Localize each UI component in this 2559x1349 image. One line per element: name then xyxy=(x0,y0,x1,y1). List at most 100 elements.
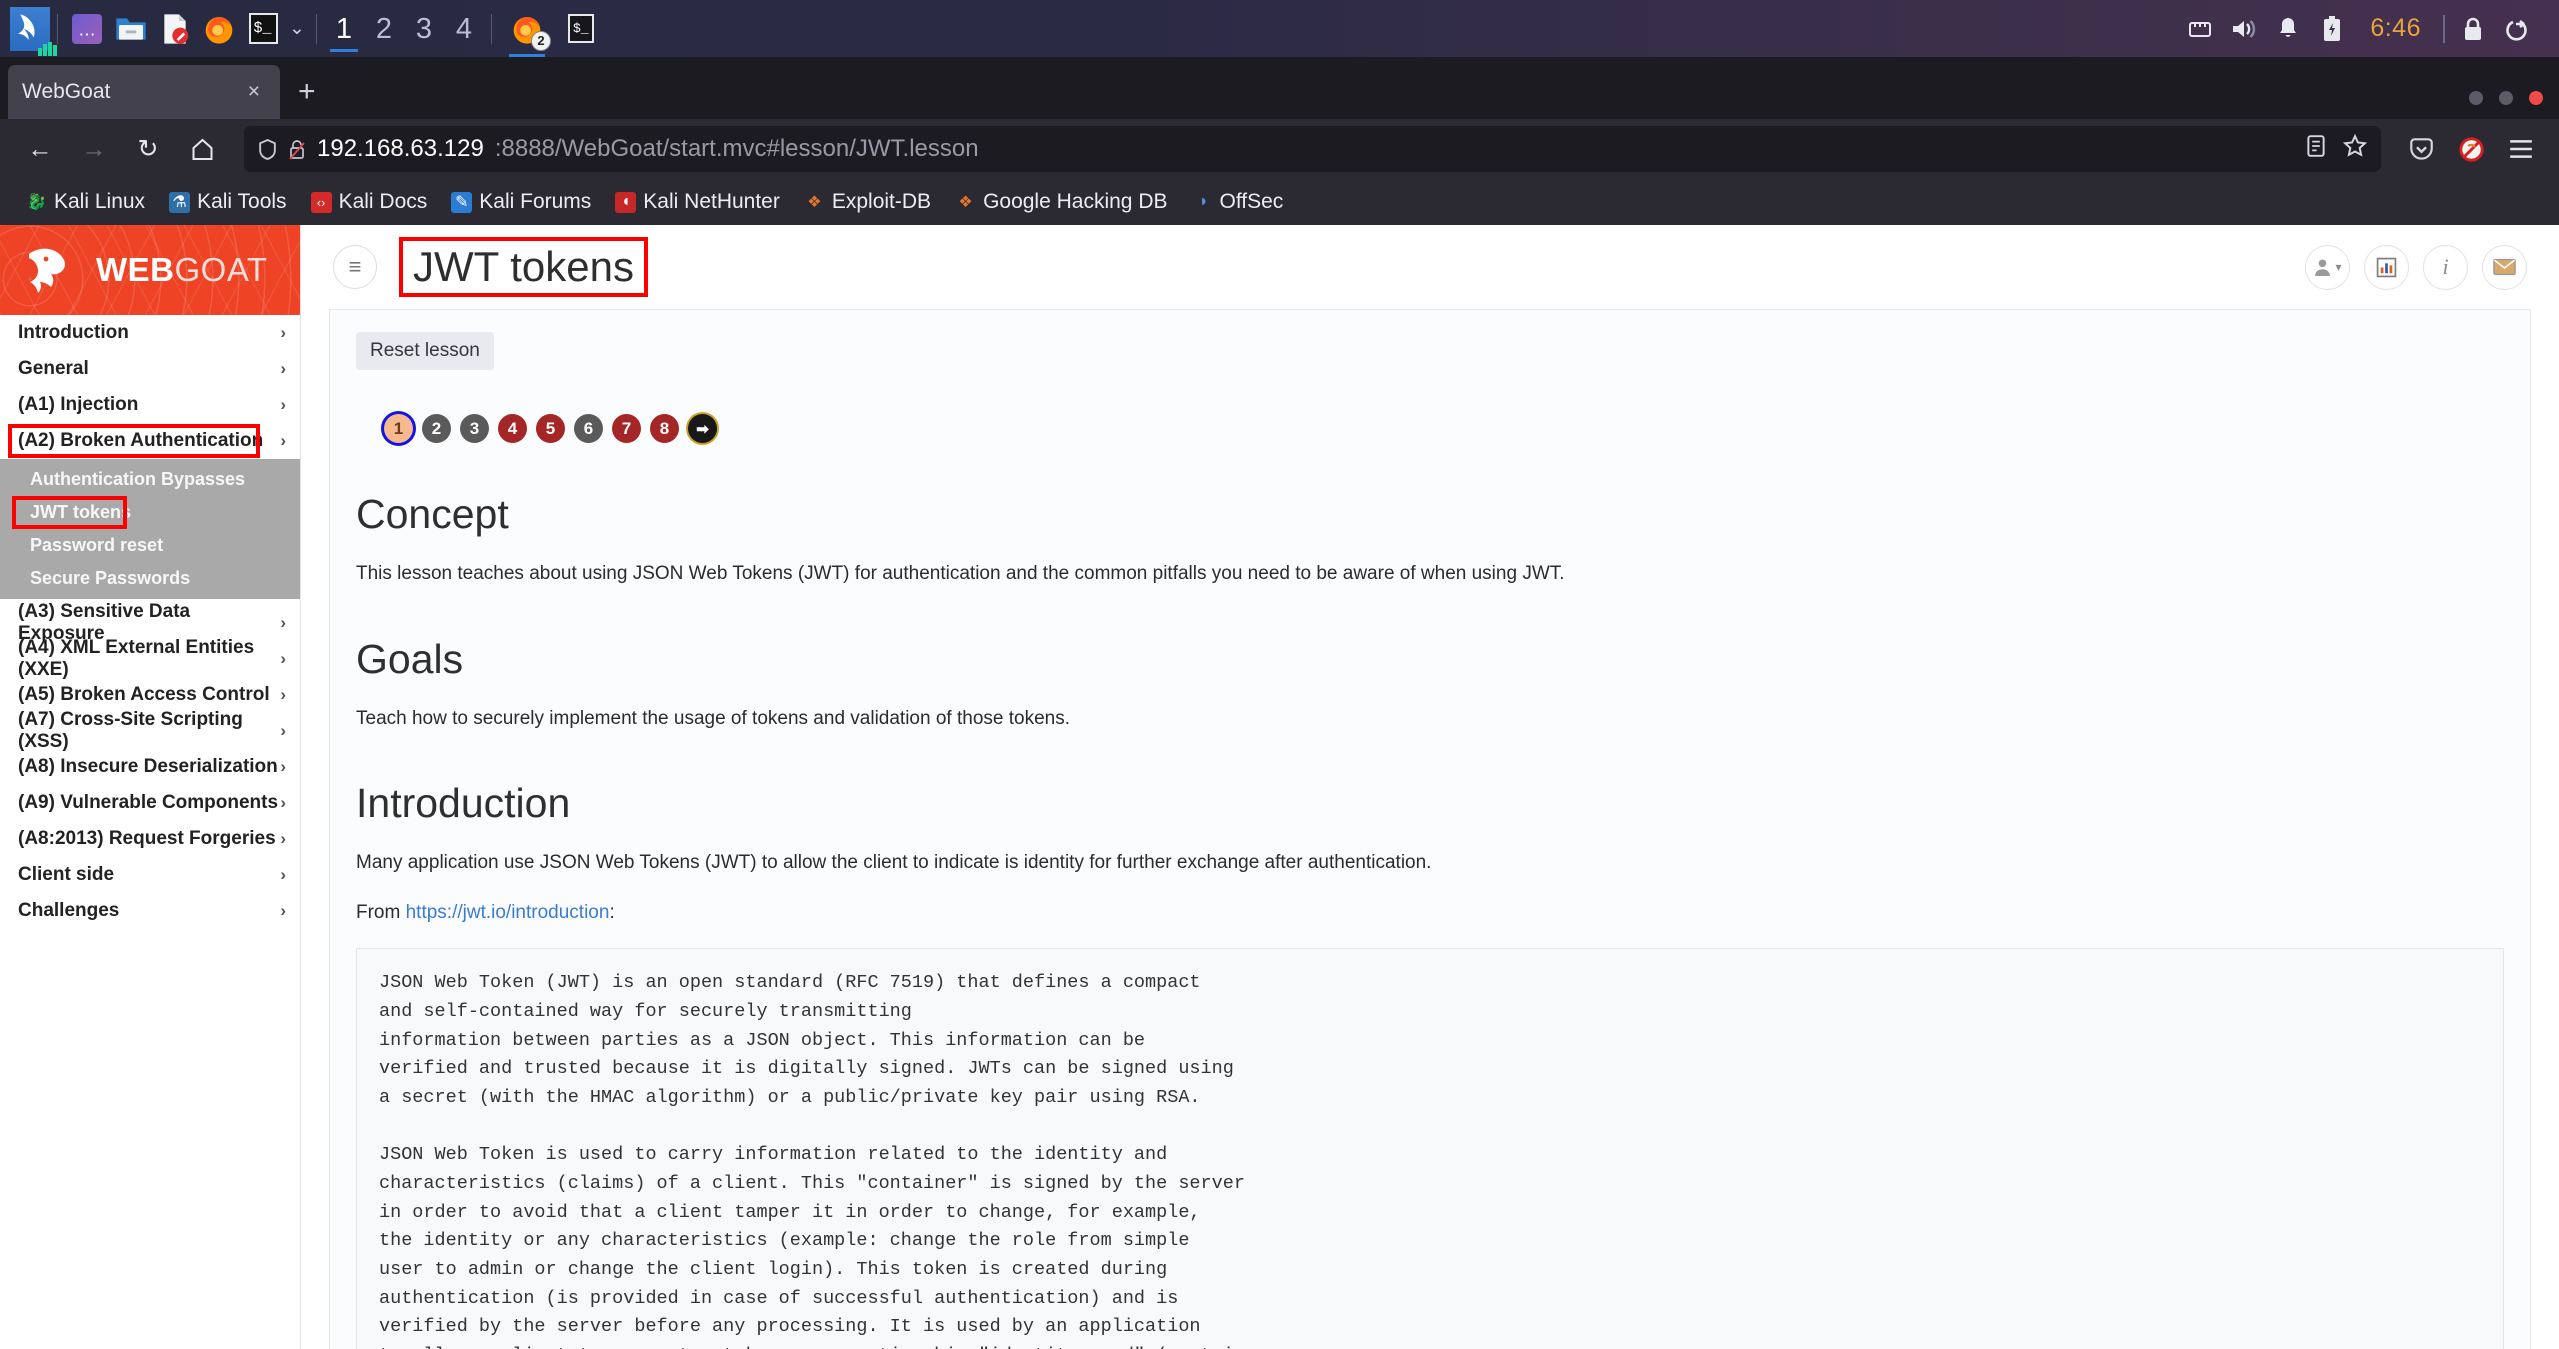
jwt-io-link[interactable]: https://jwt.io/introduction xyxy=(406,902,610,923)
bookmark-star-icon[interactable] xyxy=(2342,133,2368,165)
info-icon[interactable]: i xyxy=(2423,244,2468,290)
sidebar-toggle-icon[interactable]: ≡ xyxy=(333,245,377,289)
scoreboard-icon[interactable] xyxy=(2364,244,2409,290)
bookmark-exploit-db[interactable]: ❖ Exploit-DB xyxy=(794,186,941,218)
reload-button[interactable]: ↻ xyxy=(124,127,172,171)
home-button[interactable] xyxy=(178,127,226,171)
bookmark-kali-nethunter[interactable]: ◖ Kali NetHunter xyxy=(605,186,790,218)
bookmark-kali-linux[interactable]: 🐉 Kali Linux xyxy=(16,186,155,218)
sidebar-subitem-jwt-tokens[interactable]: JWT tokens xyxy=(0,496,300,529)
sidebar-item-a3-sensitive-data-exposure[interactable]: (A3) Sensitive Data Exposure › xyxy=(0,601,300,644)
sidebar-item-label: (A9) Vulnerable Components xyxy=(18,792,279,813)
workspace-1[interactable]: 1 xyxy=(324,6,364,52)
lesson-main: ≡ JWT tokens ▾ i Reset lesson 1 2 3 4 5 … xyxy=(301,225,2559,1349)
reader-view-icon[interactable] xyxy=(2305,134,2327,165)
noscript-icon[interactable] xyxy=(2449,127,2493,171)
sidebar-item-a5-broken-access-control[interactable]: (A5) Broken Access Control › xyxy=(0,677,300,713)
chevron-right-icon: › xyxy=(280,359,286,378)
text-editor-icon[interactable] xyxy=(153,7,197,51)
reset-lesson-button[interactable]: Reset lesson xyxy=(356,332,494,370)
close-window-button[interactable] xyxy=(2529,91,2543,105)
sidebar-item-a8-insecure-deserialization[interactable]: (A8) Insecure Deserialization › xyxy=(0,749,300,785)
sidebar-item-a2-broken-authentication[interactable]: (A2) Broken Authentication › xyxy=(0,423,300,459)
mail-icon[interactable] xyxy=(2482,244,2527,290)
webgoat-page: WEBGOAT Introduction › General › (A1) In… xyxy=(0,225,2559,1349)
sidebar-item-label: (A5) Broken Access Control xyxy=(18,684,270,705)
user-menu-icon[interactable]: ▾ xyxy=(2305,244,2350,290)
firefox-icon[interactable] xyxy=(197,7,241,51)
sidebar-subitem-authentication-bypasses[interactable]: Authentication Bypasses xyxy=(0,463,300,496)
sidebar-item-challenges[interactable]: Challenges › xyxy=(0,893,300,929)
forward-button[interactable]: → xyxy=(70,127,118,171)
sidebar-item-a1-injection[interactable]: (A1) Injection › xyxy=(0,387,300,423)
browser-tab-webgoat[interactable]: WebGoat × xyxy=(8,65,280,119)
chevron-right-icon: › xyxy=(280,323,286,342)
network-icon[interactable] xyxy=(2180,8,2220,50)
sidebar-subitem-secure-passwords[interactable]: Secure Passwords xyxy=(0,562,300,595)
section-heading-goals: Goals xyxy=(356,635,464,682)
firefox-window-button[interactable]: 2 xyxy=(505,7,551,57)
sidebar-item-introduction[interactable]: Introduction › xyxy=(0,315,300,351)
lesson-page-7[interactable]: 7 xyxy=(612,414,641,443)
sidebar-item-label: (A8:2013) Request Forgeries xyxy=(18,828,276,849)
lesson-page-5[interactable]: 5 xyxy=(536,414,565,443)
terminal-icon[interactable]: $_ xyxy=(241,7,285,51)
sidebar-item-label: (A4) XML External Entities (XXE) xyxy=(18,637,255,680)
back-button[interactable]: ← xyxy=(16,127,64,171)
bookmark-kali-forums[interactable]: ✎ Kali Forums xyxy=(441,186,601,218)
sidebar-nav: Introduction › General › (A1) Injection … xyxy=(0,315,300,929)
minimize-button[interactable] xyxy=(2469,91,2483,105)
bookmark-kali-tools[interactable]: ⚗ Kali Tools xyxy=(159,186,297,218)
lock-broken-icon[interactable] xyxy=(288,139,306,160)
bookmark-google-hacking-db[interactable]: ❖ Google Hacking DB xyxy=(945,186,1177,218)
sidebar-item-client-side[interactable]: Client side › xyxy=(0,857,300,893)
close-icon[interactable]: × xyxy=(242,80,266,104)
maximize-button[interactable] xyxy=(2499,91,2513,105)
chevron-down-icon[interactable]: ⌄ xyxy=(285,7,309,51)
sidebar-item-a8-2013-request-forgeries[interactable]: (A8:2013) Request Forgeries › xyxy=(0,821,300,857)
new-tab-button[interactable]: + xyxy=(298,75,316,109)
workspace-2[interactable]: 2 xyxy=(364,6,404,52)
bookmark-kali-docs[interactable]: ‹› Kali Docs xyxy=(301,186,438,218)
workspace-4[interactable]: 4 xyxy=(444,6,484,52)
sidebar-item-a9-vulnerable-components[interactable]: (A9) Vulnerable Components › xyxy=(0,785,300,821)
terminal-grid-icon[interactable]: ⋯ xyxy=(65,7,109,51)
sidebar-item-label: (A8) Insecure Deserialization xyxy=(18,756,278,777)
lesson-page-1[interactable]: 1 xyxy=(384,414,413,443)
sidebar-item-general[interactable]: General › xyxy=(0,351,300,387)
address-bar[interactable]: 192.168.63.129:8888/WebGoat/start.mvc#le… xyxy=(244,126,2381,172)
section-body-concept: This lesson teaches about using JSON Web… xyxy=(356,563,1565,584)
lesson-pagination: 1 2 3 4 5 6 7 8 ➡ xyxy=(384,414,2504,443)
sidebar-subitem-label: JWT tokens xyxy=(30,502,132,522)
workspace-3[interactable]: 3 xyxy=(404,6,444,52)
section-body-introduction: Many application use JSON Web Tokens (JW… xyxy=(356,852,1432,874)
battery-charging-icon[interactable] xyxy=(2312,8,2352,50)
page-title-wrapper: JWT tokens xyxy=(399,236,648,298)
shield-icon[interactable] xyxy=(258,138,277,160)
sidebar-item-a7-xss[interactable]: (A7) Cross-Site Scripting (XSS) › xyxy=(0,709,300,752)
lock-screen-icon[interactable] xyxy=(2453,8,2493,50)
lesson-page-8[interactable]: 8 xyxy=(650,414,679,443)
clock[interactable]: 6:46 xyxy=(2356,14,2435,43)
lesson-page-3[interactable]: 3 xyxy=(460,414,489,443)
next-page-arrow-icon[interactable]: ➡ xyxy=(688,414,717,443)
sidebar-subitem-password-reset[interactable]: Password reset xyxy=(0,529,300,562)
app-menu-icon[interactable] xyxy=(2499,127,2543,171)
file-manager-icon[interactable] xyxy=(109,7,153,51)
terminal-window-button[interactable]: $_ xyxy=(559,7,603,51)
lesson-page-4[interactable]: 4 xyxy=(498,414,527,443)
notification-bell-icon[interactable] xyxy=(2268,8,2308,50)
webgoat-brand[interactable]: WEBGOAT xyxy=(0,225,300,315)
kali-tools-icon: ⚗ xyxy=(169,191,191,213)
taskbar-divider-3 xyxy=(491,13,492,44)
section-body-goals: Teach how to securely implement the usag… xyxy=(356,707,1070,729)
volume-icon[interactable] xyxy=(2224,8,2264,50)
lesson-page-6[interactable]: 6 xyxy=(574,414,603,443)
lesson-page-2[interactable]: 2 xyxy=(422,414,451,443)
pocket-icon[interactable] xyxy=(2399,127,2443,171)
sidebar-item-a4-xxe[interactable]: (A4) XML External Entities (XXE) › xyxy=(0,637,300,680)
logout-icon[interactable] xyxy=(2497,8,2537,50)
bookmark-offsec[interactable]: ◑ OffSec xyxy=(1182,186,1294,218)
sidebar-item-label: (A2) Broken Authentication xyxy=(18,430,264,451)
kali-nethunter-icon: ◖ xyxy=(615,191,637,213)
